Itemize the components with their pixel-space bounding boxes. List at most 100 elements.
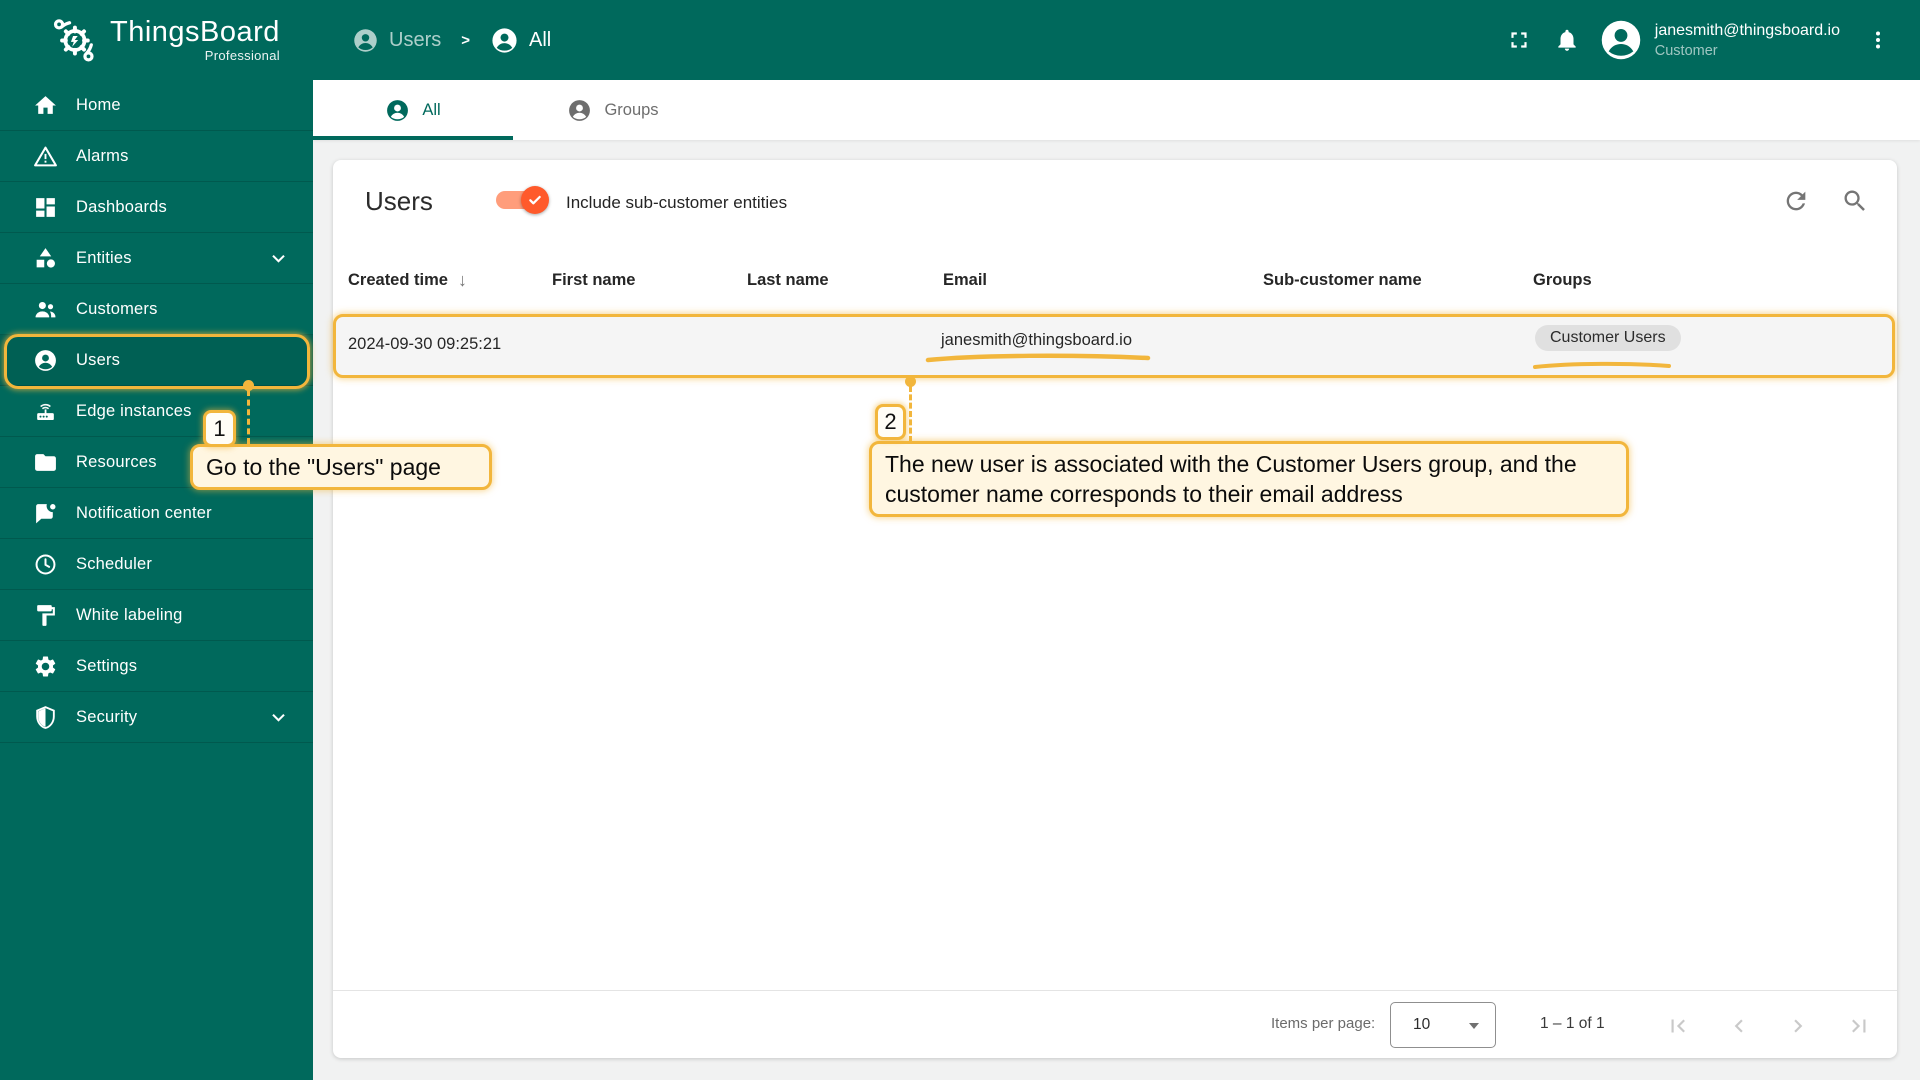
sidebar-item-home[interactable]: Home — [0, 80, 313, 131]
refresh-button[interactable] — [1782, 187, 1812, 217]
gear-icon — [35, 656, 56, 676]
table-header-row: Created time ↓ First name Last name Emai… — [333, 248, 1897, 312]
annotation-connector-line-2 — [909, 386, 912, 442]
sort-desc-icon: ↓ — [457, 269, 467, 290]
chevron-right-icon — [1794, 1019, 1803, 1033]
router-icon — [37, 403, 54, 420]
dashboard-icon — [36, 197, 55, 217]
tab-groups[interactable]: Groups — [513, 80, 713, 140]
column-header-sub-customer-name[interactable]: Sub-customer name — [1263, 248, 1422, 312]
more-menu-button[interactable] — [1854, 16, 1902, 64]
annotation-connector-line-1 — [247, 390, 250, 444]
column-header-first-name[interactable]: First name — [552, 248, 635, 312]
items-per-page-label: Items per page: — [1271, 1015, 1376, 1032]
active-tab-indicator — [313, 136, 513, 140]
user-circle-icon — [387, 99, 409, 121]
folder-icon — [35, 453, 56, 471]
breadcrumb-users[interactable]: Users — [352, 27, 441, 54]
sidebar-item-dashboards[interactable]: Dashboards — [0, 182, 313, 233]
sidebar-item-alarms[interactable]: Alarms — [0, 131, 313, 182]
entity-tabbar: All Groups — [313, 80, 1920, 140]
user-circle-icon — [354, 28, 377, 52]
tab-all[interactable]: All — [313, 80, 513, 140]
email-underline-annotation — [925, 353, 1151, 363]
user-menu[interactable]: janesmith@thingsboard.io Customer — [1599, 18, 1854, 62]
annotation-callout-2: The new user is associated with the Cust… — [869, 441, 1629, 517]
check-icon — [529, 195, 541, 205]
thingsboard-logo[interactable]: ThingsBoard Professional — [46, 12, 280, 68]
notifications-button[interactable] — [1543, 16, 1591, 64]
first-page-button[interactable] — [1665, 1013, 1691, 1039]
cell-groups: Customer Users — [1535, 325, 1681, 351]
toggle-thumb — [521, 186, 549, 214]
thingsboard-app: ThingsBoard Professional Users > All jan… — [0, 0, 1920, 1080]
users-table-card: Users Include sub-customer entities Crea… — [333, 160, 1897, 1058]
cell-email: janesmith@thingsboard.io — [941, 331, 1133, 349]
shield-icon — [36, 705, 55, 729]
people-icon — [35, 301, 56, 317]
sidebar-item-users[interactable]: Users — [0, 335, 313, 386]
chevron-down-icon[interactable] — [266, 246, 291, 271]
cell-created-time: 2024-09-30 09:25:21 — [348, 335, 502, 353]
chip-underline-annotation — [1533, 361, 1671, 369]
paint-roller-icon — [37, 604, 55, 626]
sidebar-item-edge-instances[interactable]: Edge instances — [0, 386, 313, 437]
annotation-badge-2: 2 — [875, 404, 906, 440]
avatar — [1601, 20, 1641, 60]
sidebar-item-security[interactable]: Security — [0, 692, 313, 743]
sidebar-item-customers[interactable]: Customers — [0, 284, 313, 335]
search-icon — [1844, 190, 1865, 211]
logo-title: ThingsBoard — [110, 16, 280, 48]
sidebar-item-entities[interactable]: Entities — [0, 233, 313, 284]
sidebar-item-white-labeling[interactable]: White labeling — [0, 590, 313, 641]
chevron-left-icon — [1734, 1019, 1743, 1033]
kebab-icon — [1876, 31, 1880, 49]
select-caret-icon — [1469, 1023, 1479, 1029]
warning-icon — [34, 146, 57, 166]
next-page-button[interactable] — [1785, 1013, 1811, 1039]
sidebar-item-settings[interactable]: Settings — [0, 641, 313, 692]
annotation-callout-1: Go to the "Users" page — [190, 444, 492, 490]
sidebar-item-notification-center[interactable]: Notification center — [0, 488, 313, 539]
last-page-button[interactable] — [1846, 1013, 1872, 1039]
panel-title: Users — [365, 186, 433, 216]
toggle-label[interactable]: Include sub-customer entities — [566, 190, 787, 216]
logo-subtitle: Professional — [204, 48, 280, 63]
last-page-icon — [1852, 1019, 1866, 1033]
sidebar-item-scheduler[interactable]: Scheduler — [0, 539, 313, 590]
tab-all-label: All — [422, 100, 441, 119]
breadcrumb-separator: > — [461, 31, 470, 49]
page-range-label: 1 – 1 of 1 — [1540, 1015, 1605, 1032]
refresh-icon — [1786, 191, 1806, 211]
search-button[interactable] — [1841, 187, 1871, 217]
previous-page-button[interactable] — [1726, 1013, 1752, 1039]
header-actions: janesmith@thingsboard.io Customer — [1495, 0, 1902, 80]
items-per-page-value: 10 — [1413, 1016, 1431, 1033]
user-circle-icon — [35, 349, 56, 371]
first-page-icon — [1671, 1019, 1685, 1033]
user-circle-icon — [569, 99, 591, 121]
chevron-down-icon[interactable] — [266, 705, 291, 730]
items-per-page-select[interactable]: 10 — [1390, 1002, 1496, 1048]
home-icon — [35, 95, 56, 114]
annotation-badge-1: 1 — [203, 410, 236, 447]
column-header-created-time[interactable]: Created time ↓ — [348, 248, 467, 312]
clock-icon — [35, 554, 56, 574]
table-row[interactable]: 2024-09-30 09:25:21 janesmith@thingsboar… — [333, 314, 1895, 378]
breadcrumb-all[interactable]: All — [490, 26, 551, 55]
paginator: Items per page: 10 1 – 1 of 1 — [333, 990, 1897, 1058]
group-chip[interactable]: Customer Users — [1535, 325, 1681, 351]
include-subcustomer-toggle[interactable] — [496, 186, 549, 214]
fullscreen-icon — [1511, 32, 1527, 48]
column-header-groups[interactable]: Groups — [1533, 248, 1592, 312]
category-icon — [36, 247, 55, 268]
fullscreen-button[interactable] — [1495, 16, 1543, 64]
chat-notification-icon — [36, 503, 56, 523]
user-role: Customer — [1654, 42, 1718, 59]
column-header-email[interactable]: Email — [943, 248, 987, 312]
bell-icon — [1558, 29, 1576, 51]
user-circle-icon — [492, 27, 517, 53]
column-header-last-name[interactable]: Last name — [747, 248, 829, 312]
thingsboard-logo-icon — [53, 19, 94, 62]
top-header: ThingsBoard Professional Users > All jan… — [0, 0, 1920, 80]
